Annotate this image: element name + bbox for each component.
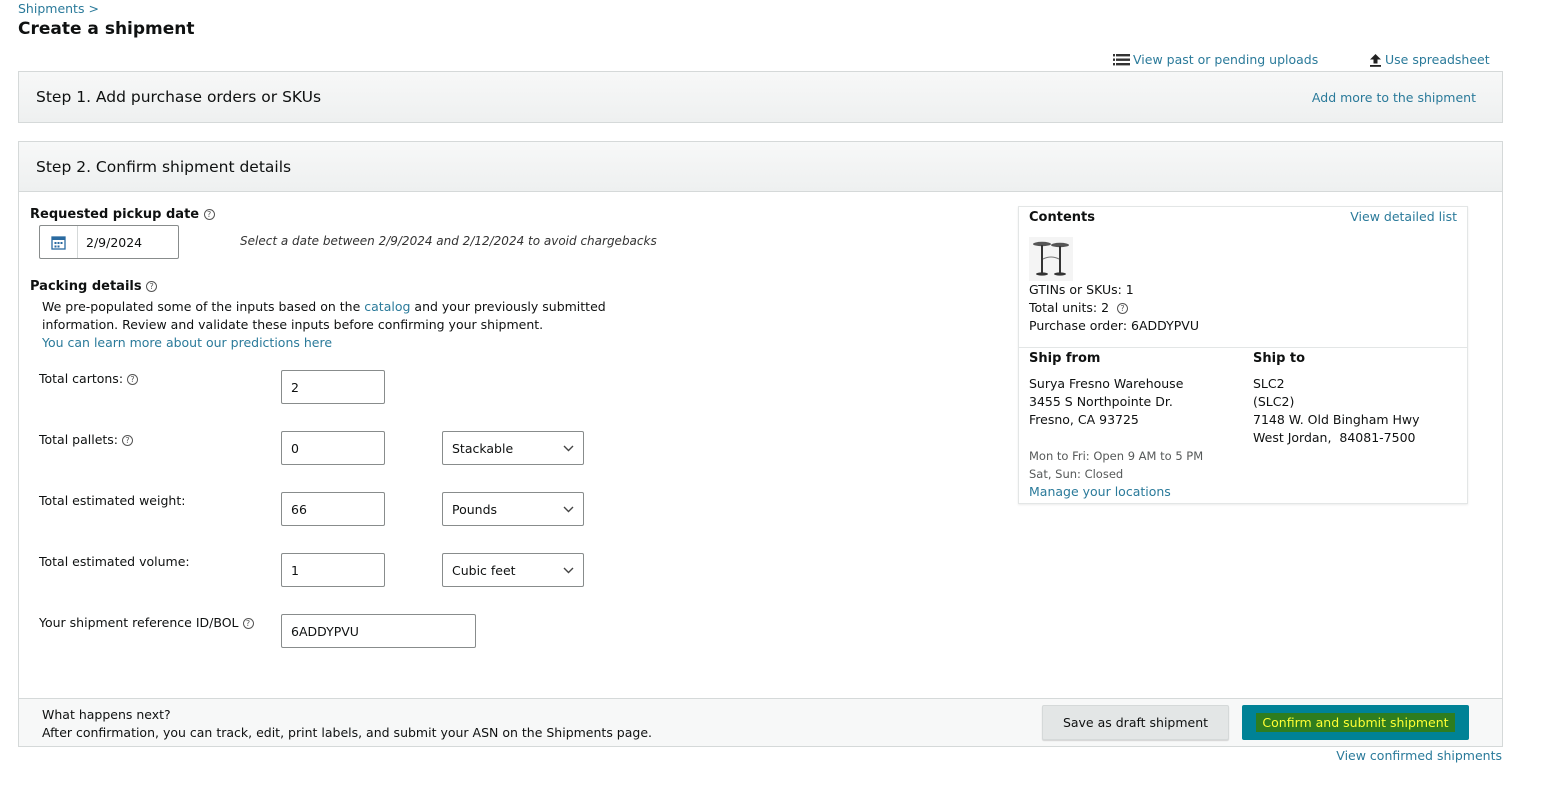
help-circle-icon[interactable]: ?: [146, 281, 158, 292]
ship-to-line4: West Jordan, 84081-7500: [1253, 430, 1416, 445]
contents-divider: [1019, 347, 1467, 348]
chevron-down-icon: [563, 567, 574, 573]
ship-from-name: Surya Fresno Warehouse: [1029, 376, 1184, 391]
help-circle-icon[interactable]: ?: [122, 435, 134, 446]
total-units-row: Total units: 2 ?: [1029, 299, 1199, 317]
help-circle-icon[interactable]: ?: [203, 209, 215, 220]
step2-title: Step 2. Confirm shipment details: [36, 157, 292, 176]
purchase-order: Purchase order: 6ADDYPVU: [1029, 318, 1199, 333]
packing-desc-part1: We pre-populated some of the inputs base…: [42, 299, 361, 314]
view-detailed-list-link[interactable]: View detailed list: [1350, 209, 1457, 224]
total-pallets-input[interactable]: 0: [281, 431, 385, 465]
total-cartons-label-row: Total cartons: ?: [39, 371, 139, 386]
weight-unit-value: Pounds: [452, 501, 498, 517]
breadcrumb[interactable]: Shipments >: [18, 1, 99, 16]
ship-to-title: Ship to: [1253, 351, 1306, 366]
view-past-uploads-link[interactable]: View past or pending uploads: [1113, 52, 1318, 67]
chevron-down-icon: [563, 506, 574, 512]
calendar-icon: [51, 235, 66, 250]
total-volume-input[interactable]: 1: [281, 553, 385, 587]
catalog-link[interactable]: catalog: [364, 299, 410, 314]
reference-id-label: Your shipment reference ID/BOL: [39, 615, 239, 630]
total-pallets-label-row: Total pallets: ?: [39, 432, 134, 447]
ship-to-section: Ship to SLC2 (SLC2) 7148 W. Old Bingham …: [1253, 351, 1420, 447]
ship-from-title: Ship from: [1029, 351, 1101, 366]
packing-desc-part2: and your previously submitted: [414, 299, 606, 314]
ship-from-address2: Fresno, CA 93725: [1029, 412, 1139, 427]
packing-desc-line2: information. Review and validate these i…: [42, 317, 544, 332]
pickup-date-hint: Select a date between 2/9/2024 and 2/12/…: [240, 234, 657, 248]
help-circle-icon[interactable]: ?: [127, 374, 139, 385]
chevron-down-icon: [563, 445, 574, 451]
what-happens-next-title: What happens next?: [42, 707, 171, 722]
ship-from-hours-weekend: Sat, Sun: Closed: [1029, 467, 1124, 481]
pickup-date-heading: Requested pickup date ?: [30, 207, 215, 222]
list-icon: [1113, 53, 1130, 65]
total-cartons-label: Total cartons:: [39, 371, 124, 386]
total-pallets-label: Total pallets:: [39, 432, 119, 447]
ship-from-address1: 3455 S Northpointe Dr.: [1029, 394, 1173, 409]
ship-to-line1: SLC2: [1253, 376, 1285, 391]
what-happens-next: What happens next? After confirmation, y…: [42, 706, 652, 742]
ship-from-section: Ship from Surya Fresno Warehouse 3455 S …: [1029, 351, 1203, 501]
reference-id-label-row: Your shipment reference ID/BOL ?: [39, 615, 254, 630]
gtins-count: GTINs or SKUs: 1: [1029, 282, 1134, 297]
save-draft-button[interactable]: Save as draft shipment: [1042, 705, 1229, 740]
pickup-date-value[interactable]: 2/9/2024: [78, 226, 142, 258]
step1-panel: Step 1. Add purchase orders or SKUs Add …: [18, 71, 1503, 123]
ship-to-line3: 7148 W. Old Bingham Hwy: [1253, 412, 1420, 427]
calendar-button[interactable]: [40, 226, 78, 258]
total-weight-label: Total estimated weight:: [39, 493, 186, 508]
view-confirmed-shipments-link[interactable]: View confirmed shipments: [1336, 748, 1502, 763]
packing-details-heading: Packing details ?: [30, 279, 158, 294]
volume-unit-value: Cubic feet: [452, 562, 516, 578]
help-circle-icon[interactable]: ?: [242, 618, 254, 629]
contents-title: Contents: [1029, 210, 1095, 225]
contents-summary: GTINs or SKUs: 1 Total units: 2 ? Purcha…: [1029, 281, 1199, 335]
pallet-type-value: Stackable: [452, 440, 514, 456]
confirm-submit-label: Confirm and submit shipment: [1256, 713, 1455, 732]
packing-details-label: Packing details: [30, 279, 142, 294]
contents-panel: Contents View detailed list GTINs or SKU…: [1018, 206, 1468, 504]
use-spreadsheet-label[interactable]: Use spreadsheet: [1385, 52, 1490, 67]
pallet-type-select[interactable]: Stackable: [442, 431, 584, 465]
help-circle-icon[interactable]: ?: [1117, 303, 1129, 314]
manage-locations-link[interactable]: Manage your locations: [1029, 483, 1203, 501]
volume-unit-select[interactable]: Cubic feet: [442, 553, 584, 587]
ship-to-line2: (SLC2): [1253, 394, 1295, 409]
reference-id-input[interactable]: 6ADDYPVU: [281, 614, 476, 648]
upload-icon: [1370, 53, 1381, 67]
add-more-link[interactable]: Add more to the shipment: [1312, 90, 1476, 105]
weight-unit-select[interactable]: Pounds: [442, 492, 584, 526]
use-spreadsheet-link[interactable]: Use spreadsheet: [1369, 52, 1490, 67]
pickup-date-input[interactable]: 2/9/2024: [39, 225, 179, 259]
what-happens-next-desc: After confirmation, you can track, edit,…: [42, 725, 652, 740]
page-title: Create a shipment: [18, 19, 195, 39]
ship-from-hours-weekday: Mon to Fri: Open 9 AM to 5 PM: [1029, 449, 1204, 463]
step1-title: Step 1. Add purchase orders or SKUs: [36, 88, 322, 106]
learn-more-predictions-link[interactable]: You can learn more about our predictions…: [42, 334, 606, 352]
product-thumbnail[interactable]: [1029, 237, 1073, 284]
confirm-submit-button[interactable]: Confirm and submit shipment: [1242, 705, 1469, 740]
total-cartons-input[interactable]: 2: [281, 370, 385, 404]
total-units: Total units: 2: [1029, 300, 1110, 315]
total-volume-label: Total estimated volume:: [39, 554, 190, 569]
view-past-uploads-label[interactable]: View past or pending uploads: [1133, 52, 1318, 67]
total-weight-input[interactable]: 66: [281, 492, 385, 526]
pickup-date-label: Requested pickup date: [30, 207, 200, 222]
packing-description: We pre-populated some of the inputs base…: [42, 298, 606, 352]
